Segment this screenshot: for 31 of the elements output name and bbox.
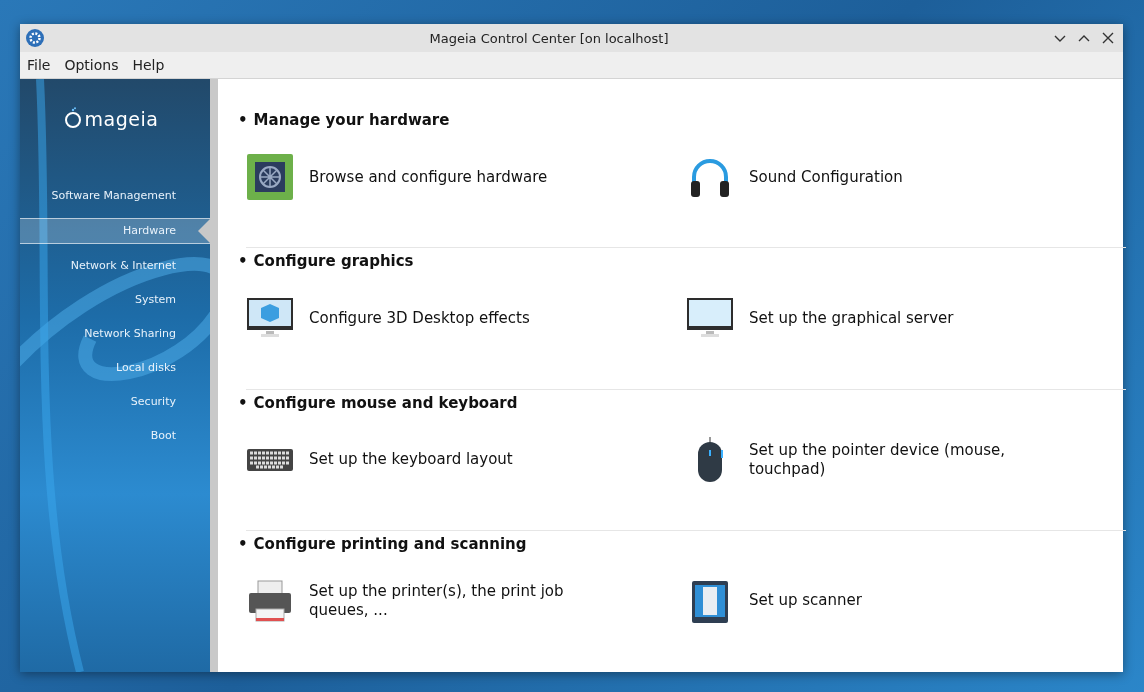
- bullet: •: [238, 393, 248, 412]
- section-heading: Configure graphics: [253, 252, 414, 271]
- section-heading: Configure mouse and keyboard: [253, 393, 518, 412]
- menu-item[interactable]: Help: [125, 57, 172, 73]
- section-heading: Configure printing and scanning: [253, 534, 527, 553]
- tool-link[interactable]: Browse and configure hardware: [309, 167, 548, 187]
- sidebar-item[interactable]: Security: [20, 385, 210, 419]
- tool-link[interactable]: Set up scanner: [749, 591, 862, 611]
- sidebar-item[interactable]: Boot: [20, 419, 210, 453]
- logo-text: mageia: [84, 109, 159, 129]
- tool-link[interactable]: Configure 3D Desktop effects: [309, 308, 530, 328]
- tool-link[interactable]: Set up the keyboard layout: [309, 450, 513, 470]
- tool-link[interactable]: Set up the printer(s), the print job queues, ...: [309, 581, 609, 620]
- sidebar-item[interactable]: Network Sharing: [20, 317, 210, 351]
- sidebar-item[interactable]: System: [20, 283, 210, 317]
- menu-item[interactable]: Options: [57, 57, 126, 73]
- sidebar-item[interactable]: Software Management: [20, 179, 210, 213]
- bullet: •: [238, 111, 248, 129]
- tool-link[interactable]: Set up the graphical server: [749, 308, 954, 328]
- sidebar-item[interactable]: Hardware: [20, 218, 210, 244]
- sidebar-item[interactable]: Network & Internet: [20, 249, 210, 283]
- menu-item[interactable]: File: [20, 57, 58, 73]
- gear-icon: [25, 28, 45, 48]
- bullet: •: [238, 534, 248, 553]
- close-icon[interactable]: [1101, 31, 1115, 45]
- chip-icon: [246, 153, 294, 201]
- window-title: Mageia Control Center [on localhost]: [428, 30, 670, 46]
- bullet: •: [238, 252, 248, 271]
- tool-link[interactable]: Set up the pointer device (mouse, touchpad): [749, 440, 1049, 479]
- section-heading: Manage your hardware: [253, 111, 450, 129]
- tool-link[interactable]: Sound Configuration: [749, 167, 903, 187]
